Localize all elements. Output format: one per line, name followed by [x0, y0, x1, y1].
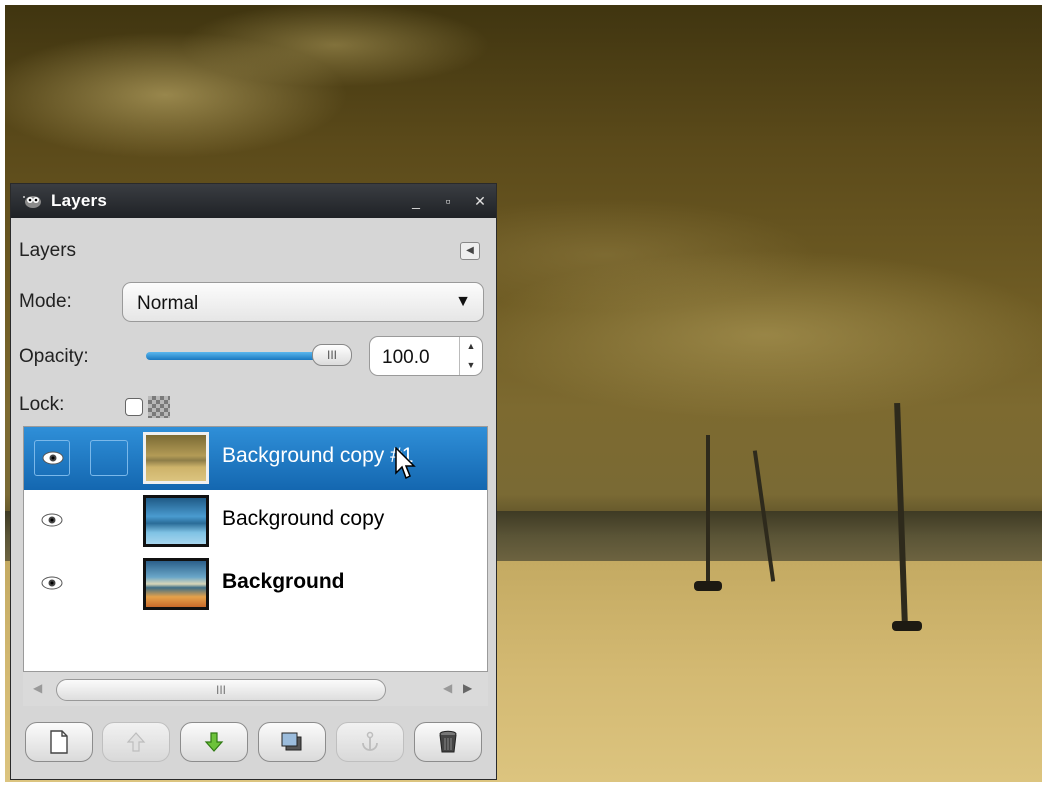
window-title: Layers	[51, 191, 108, 210]
gimp-logo-icon	[21, 193, 45, 209]
beach-tire	[892, 621, 922, 631]
panel-heading: Layers	[19, 240, 77, 261]
anchor-layer-icon	[362, 731, 378, 751]
window-controls: _ ▫ ✕	[400, 193, 496, 210]
lock-label: Lock:	[19, 394, 65, 415]
eye-icon	[42, 451, 64, 465]
mouse-pointer-icon	[395, 447, 416, 480]
raise-layer-button[interactable]	[102, 722, 170, 762]
opacity-spinbox[interactable]: 100.0 ▲ ▼	[369, 336, 483, 376]
maximize-icon[interactable]: ▫	[432, 193, 464, 210]
scroll-left-icon[interactable]: ◀	[443, 681, 452, 695]
spin-up-icon[interactable]: ▲	[460, 337, 482, 356]
spin-down-icon[interactable]: ▼	[460, 356, 482, 375]
visibility-toggle[interactable]	[34, 503, 70, 539]
opacity-slider-handle[interactable]: III	[312, 344, 352, 366]
visibility-toggle[interactable]	[34, 566, 70, 602]
duplicate-layer-icon	[281, 732, 302, 751]
layers-toolbar	[23, 722, 488, 766]
lock-alpha-icon[interactable]	[148, 396, 170, 418]
layer-row[interactable]: Background	[24, 553, 487, 616]
lower-layer-icon	[204, 732, 224, 752]
dropdown-arrow-icon: ▼	[455, 293, 471, 310]
layer-name: Background copy #1	[222, 444, 414, 467]
scroll-left-icon[interactable]: ◀	[33, 681, 42, 695]
layer-link-toggle[interactable]	[90, 440, 128, 476]
raise-layer-icon	[126, 732, 146, 752]
eye-icon	[41, 576, 63, 590]
layer-thumbnail	[143, 495, 209, 547]
beach-tire	[694, 581, 722, 591]
lower-layer-button[interactable]	[180, 722, 248, 762]
layers-panel: Layers ◀ Mode: Normal ▼ Opacity: III 100…	[19, 226, 488, 771]
anchor-layer-button[interactable]	[336, 722, 404, 762]
close-icon[interactable]: ✕	[464, 193, 496, 210]
horizontal-scrollbar[interactable]: ◀ III ◀ ▶	[23, 672, 488, 706]
panel-menu-icon[interactable]: ◀	[460, 242, 480, 260]
scroll-right-icon[interactable]: ▶	[463, 681, 472, 695]
lock-pixels-checkbox[interactable]	[125, 398, 143, 416]
minimize-icon[interactable]: _	[400, 193, 432, 210]
delete-layer-button[interactable]	[414, 722, 482, 762]
mode-label: Mode:	[19, 291, 72, 312]
visibility-toggle[interactable]	[34, 440, 70, 476]
layer-name: Background	[222, 570, 345, 593]
mode-value: Normal	[137, 293, 199, 314]
new-layer-icon	[50, 730, 68, 754]
layer-row[interactable]: Background copy	[24, 490, 487, 553]
layer-row[interactable]: Background copy #1	[24, 427, 487, 490]
layer-name: Background copy	[222, 507, 385, 530]
mode-dropdown[interactable]: Normal ▼	[122, 282, 484, 322]
layers-list[interactable]: Background copy #1 Background copy Backg…	[23, 426, 488, 672]
new-layer-button[interactable]	[25, 722, 93, 762]
layer-thumbnail	[143, 558, 209, 610]
opacity-value: 100.0	[382, 347, 430, 368]
beach-pole	[706, 435, 710, 585]
delete-layer-icon	[439, 730, 457, 753]
spin-arrows: ▲ ▼	[459, 337, 482, 375]
scrollbar-thumb[interactable]: III	[56, 679, 386, 701]
eye-icon	[41, 513, 63, 527]
duplicate-layer-button[interactable]	[258, 722, 326, 762]
layers-dock: Layers _ ▫ ✕ Layers ◀ Mode: Normal ▼ Opa…	[10, 183, 497, 780]
opacity-label: Opacity:	[19, 346, 89, 367]
layer-thumbnail	[143, 432, 209, 484]
window-titlebar[interactable]: Layers _ ▫ ✕	[11, 184, 496, 218]
